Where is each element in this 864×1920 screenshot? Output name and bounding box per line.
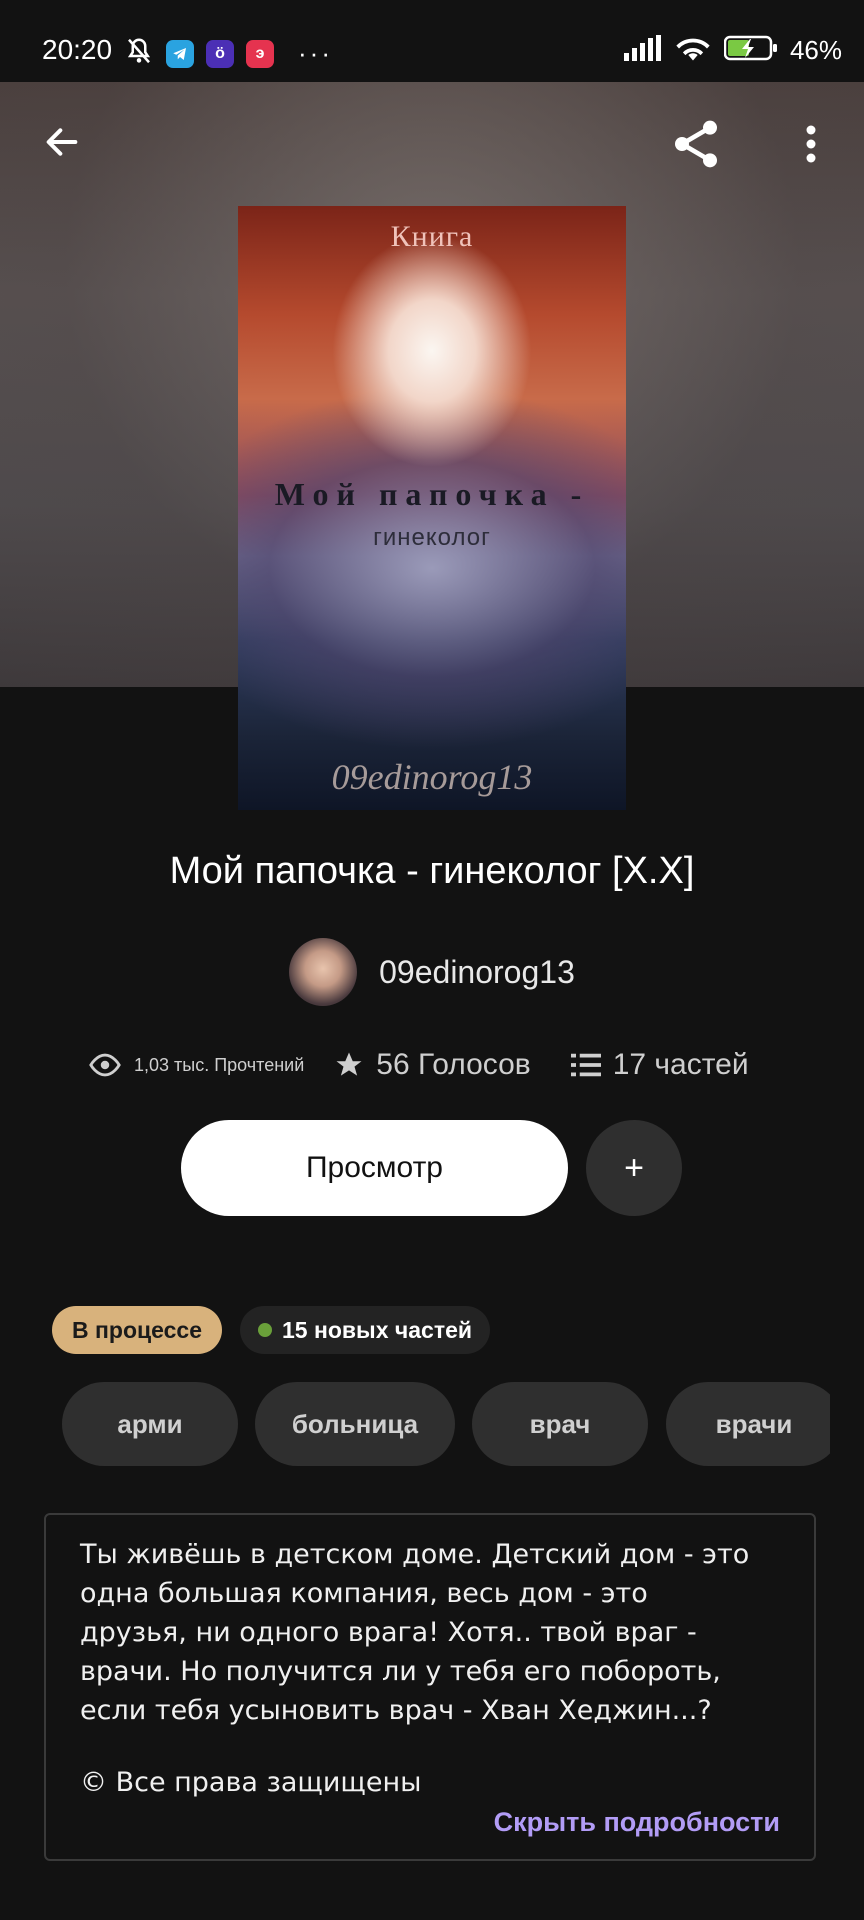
parts-stat: 17 частей bbox=[570, 1048, 749, 1082]
copyright-text: © Все права защищены bbox=[80, 1767, 422, 1798]
share-button[interactable] bbox=[666, 114, 726, 174]
battery-percent: 46% bbox=[789, 35, 842, 65]
tag-chip[interactable]: больница bbox=[255, 1382, 455, 1466]
author-row[interactable]: 09edinorog13 bbox=[0, 938, 864, 1006]
status-badges: В процессе 15 новых частей bbox=[52, 1306, 491, 1354]
app-icon: э bbox=[246, 39, 274, 68]
tag-chip[interactable]: врач bbox=[472, 1382, 648, 1466]
new-parts-badge: 15 новых частей bbox=[240, 1306, 491, 1354]
cover-title-text: Мой папочка - bbox=[274, 476, 590, 512]
status-time: 20:20 bbox=[42, 34, 113, 65]
battery-icon bbox=[723, 34, 778, 67]
description-text: Ты живёшь в детском доме. Детский дом - … bbox=[80, 1539, 750, 1726]
tag-chip[interactable]: врачи bbox=[666, 1382, 830, 1466]
votes-count: 56 Голосов bbox=[376, 1048, 531, 1081]
muted-bell-icon bbox=[124, 36, 154, 71]
new-parts-label: 15 новых частей bbox=[282, 1316, 473, 1343]
list-icon bbox=[570, 1053, 601, 1077]
view-button[interactable]: Просмотр bbox=[181, 1120, 568, 1216]
star-icon bbox=[336, 1052, 362, 1076]
cover-subtitle-text: гинеколог bbox=[373, 524, 491, 551]
parts-count: 17 частей bbox=[612, 1048, 749, 1081]
tag-chip[interactable]: арми bbox=[62, 1382, 238, 1466]
signal-icon bbox=[623, 35, 662, 66]
stats-row: 1,03 тыс. Прочтений 56 Голосов 17 частей bbox=[88, 1040, 788, 1090]
votes-stat: 56 Голосов bbox=[334, 1048, 531, 1082]
tags-row: арми больница врач врачи bbox=[62, 1382, 830, 1466]
status-bar: 20:20 ö э ··· 46% bbox=[0, 0, 864, 82]
status-badge: В процессе bbox=[52, 1306, 222, 1354]
share-icon bbox=[675, 120, 717, 168]
cover-author-text: 09edinorog13 bbox=[331, 757, 533, 797]
eye-icon bbox=[89, 1053, 121, 1077]
back-arrow-icon bbox=[46, 128, 78, 156]
more-vertical-icon bbox=[806, 125, 816, 163]
description-box: Ты живёшь в детском доме. Детский дом - … bbox=[44, 1513, 816, 1861]
reads-stat: 1,03 тыс. Прочтений bbox=[88, 1053, 304, 1077]
back-button[interactable] bbox=[36, 116, 88, 168]
wifi-icon bbox=[674, 34, 712, 67]
add-to-library-button[interactable]: + bbox=[586, 1120, 682, 1216]
more-icon: ··· bbox=[298, 38, 333, 68]
system-icons: 46% bbox=[623, 34, 842, 67]
new-dot-icon bbox=[258, 1323, 272, 1337]
author-name[interactable]: 09edinorog13 bbox=[379, 954, 575, 991]
more-options-button[interactable] bbox=[790, 116, 832, 172]
app-icon: ö bbox=[206, 39, 234, 68]
book-cover[interactable]: Книга Мой папочка - гинеколог 09edinorog… bbox=[238, 206, 626, 810]
book-title: Мой папочка - гинеколог [X.X] bbox=[169, 850, 695, 892]
notification-icons: ö э ··· bbox=[124, 36, 333, 71]
author-avatar[interactable] bbox=[289, 938, 358, 1006]
hide-details-link[interactable]: Скрыть подробности bbox=[494, 1807, 780, 1838]
cover-top-text: Книга bbox=[390, 220, 474, 253]
reads-count: 1,03 тыс. Прочтений bbox=[134, 1054, 305, 1075]
telegram-icon bbox=[166, 39, 194, 68]
